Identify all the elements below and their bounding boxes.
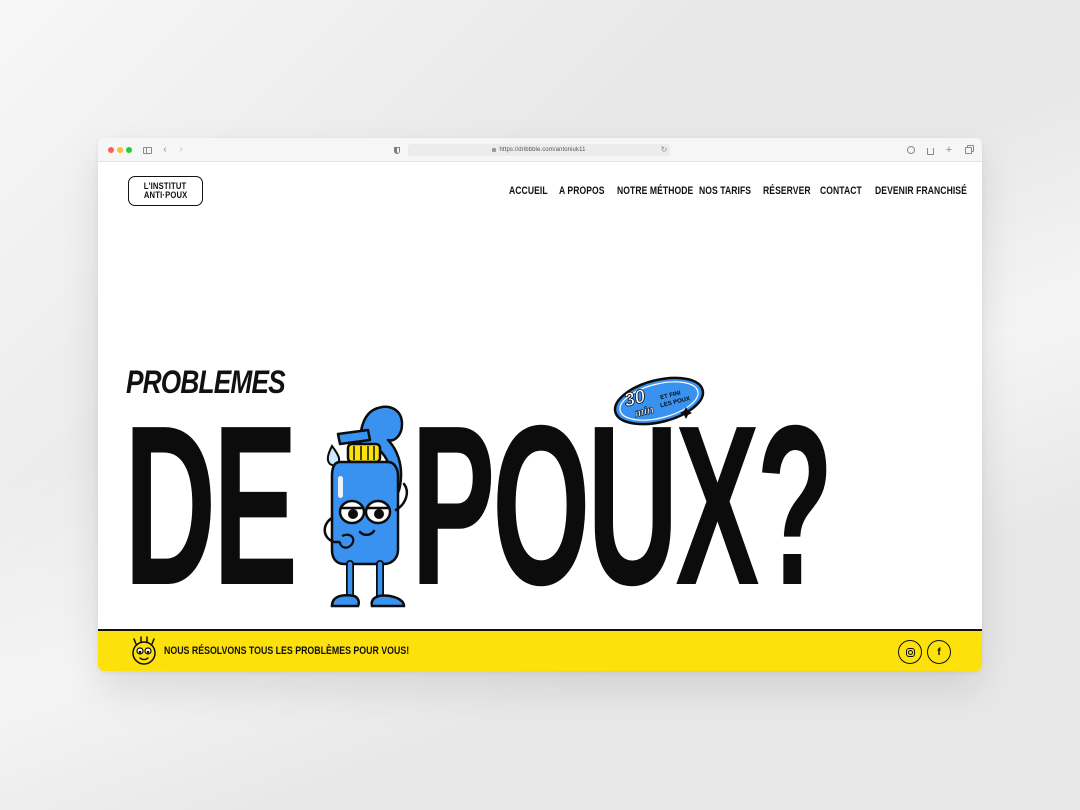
browser-window: ‹ › https://dribbble.com/antoniuk11 ↻ + … <box>98 138 982 671</box>
facebook-link[interactable]: f <box>927 640 951 664</box>
nav-item-accueil[interactable]: ACCUEIL <box>509 185 548 197</box>
forward-icon[interactable]: › <box>177 143 185 157</box>
plus-icon[interactable]: + <box>944 143 954 157</box>
back-icon[interactable]: ‹ <box>161 143 169 157</box>
sidebar-icon[interactable] <box>142 143 152 157</box>
download-icon[interactable] <box>906 143 916 157</box>
main-nav: ACCUEIL A PROPOS NOTRE MÉTHODE NOS TARIF… <box>98 185 982 199</box>
nav-item-a-propos[interactable]: A PROPOS <box>559 185 605 197</box>
address-bar[interactable]: https://dribbble.com/antoniuk11 <box>408 144 670 156</box>
mascot-soap-bottle-illustration <box>323 405 408 608</box>
reload-icon[interactable]: ↻ <box>660 143 668 157</box>
zoom-window-button[interactable] <box>126 147 132 153</box>
instagram-icon <box>905 647 915 657</box>
instagram-link[interactable] <box>898 640 922 664</box>
lock-icon <box>492 148 497 152</box>
nav-item-notre-methode[interactable]: NOTRE MÉTHODE <box>617 185 693 197</box>
close-window-button[interactable] <box>108 147 114 153</box>
facebook-icon: f <box>937 646 941 658</box>
minimize-window-button[interactable] <box>117 147 123 153</box>
nav-item-contact[interactable]: CONTACT <box>820 185 862 197</box>
nav-item-nos-tarifs[interactable]: NOS TARIFS <box>699 185 751 197</box>
hero-headline-de: DE <box>124 379 298 633</box>
browser-toolbar: ‹ › https://dribbble.com/antoniuk11 ↻ + <box>98 138 982 162</box>
lice-mascot-icon <box>132 636 156 665</box>
time-badge: 30 min ET FINI LES POUX <box>613 376 705 426</box>
tabs-icon[interactable] <box>963 143 973 157</box>
hero-headline-poux: POUX? <box>411 379 834 633</box>
footer-bar: NOUS RÉSOLVONS TOUS LES PROBLÈMES POUR V… <box>98 629 982 671</box>
nav-item-reserver[interactable]: RÉSERVER <box>763 185 811 197</box>
share-icon[interactable] <box>925 143 935 157</box>
nav-item-devenir-franchise[interactable]: DEVENIR FRANCHISÉ <box>875 185 967 197</box>
address-bar-url: https://dribbble.com/antoniuk11 <box>499 147 586 153</box>
shield-icon[interactable] <box>392 143 402 157</box>
footer-tagline: NOUS RÉSOLVONS TOUS LES PROBLÈMES POUR V… <box>164 645 410 657</box>
